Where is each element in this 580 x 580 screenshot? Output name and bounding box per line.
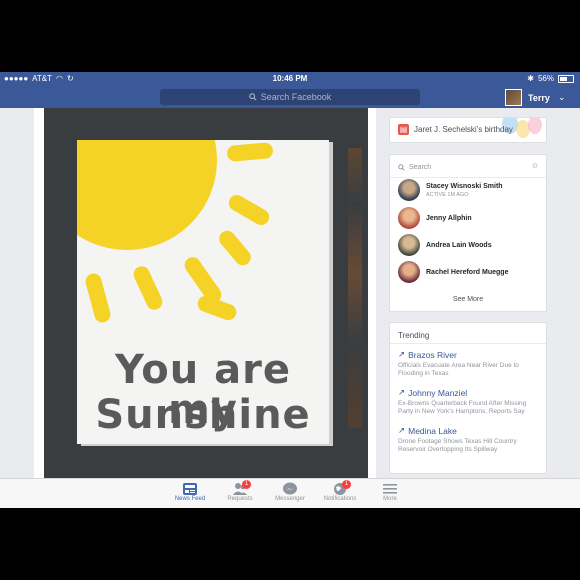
trending-item[interactable]: ↗ Medina Lake Drone Footage Shows Texas H…	[398, 425, 538, 454]
gear-icon[interactable]: ⚙	[532, 162, 538, 170]
trending-desc: Drone Footage Shows Texas Hill Country R…	[398, 438, 517, 454]
birthday-name: Jaret J. Sechelski	[414, 125, 477, 134]
tab-label: Requests	[227, 496, 253, 502]
trending-item[interactable]: ↗ Johnny Manziel Ex-Browns Quarterback Fo…	[398, 387, 538, 416]
chat-friend[interactable]: Rachel Hereford Muegge	[398, 261, 508, 283]
avatar	[398, 261, 420, 283]
trending-arrow-icon: ↗	[398, 349, 406, 359]
avatar	[398, 234, 420, 256]
app-screen: ●●●●● AT&T ◠ ↻ 10:46 PM ✱ 56% Search Fac…	[0, 72, 580, 508]
chat-search-input[interactable]: Search	[398, 161, 538, 173]
friend-name: Jenny Allphin	[426, 214, 472, 222]
tab-notifications[interactable]: 1 Notifications	[320, 480, 360, 502]
post-photo-card: You are my Sunshine	[34, 108, 376, 480]
battery-percent: 56%	[537, 74, 554, 83]
see-more-link[interactable]: See More	[390, 296, 546, 303]
tab-label: More	[383, 496, 397, 502]
avatar	[398, 179, 420, 201]
chat-search-placeholder: Search	[409, 163, 432, 171]
search-icon	[398, 163, 405, 171]
battery-icon	[558, 74, 574, 83]
trending-desc: Officials Evacuate Area Near River Due t…	[398, 362, 519, 378]
clock: 10:46 PM	[272, 74, 308, 83]
footprint	[216, 227, 254, 269]
friend-name: Andrea Lain Woods	[426, 241, 492, 249]
trending-desc: Ex-Browns Quarterback Found After Missin…	[398, 400, 527, 416]
chevron-down-icon[interactable]: ⌄	[558, 92, 566, 103]
notification-badge: 1	[242, 480, 251, 489]
search-placeholder: Search Facebook	[260, 92, 332, 102]
profile-button[interactable]: Terry	[505, 89, 550, 106]
bottom-tab-bar: News Feed 1 Requests Messenger 1 Notific…	[0, 478, 580, 508]
footprint	[131, 263, 165, 313]
tab-label: Messenger	[275, 496, 305, 502]
tab-more[interactable]: More	[370, 482, 410, 502]
tab-label: Notifications	[323, 496, 357, 502]
chat-friend[interactable]: Stacey Wisnoski Smith ACTIVE 1M AGO	[398, 179, 503, 201]
divider	[390, 177, 546, 178]
sun-shape	[77, 140, 217, 250]
user-name: Terry	[528, 92, 550, 103]
birthday-card[interactable]: ▤ Jaret J. Sechelski's birthday	[389, 117, 547, 143]
trending-card: Trending ↗ Brazos River Officials Evacuat…	[389, 322, 547, 474]
footprint	[83, 271, 113, 325]
balloon	[528, 118, 542, 134]
menu-icon	[382, 482, 398, 496]
painted-canvas: You are my Sunshine	[77, 140, 329, 444]
avatar	[505, 89, 522, 106]
bluetooth-icon: ✱	[527, 74, 534, 83]
status-bar: ●●●●● AT&T ◠ ↻ 10:46 PM ✱ 56%	[0, 72, 580, 86]
status-right: ✱ 56%	[527, 74, 574, 83]
friend-name: Rachel Hereford Muegge	[426, 268, 509, 276]
globe-icon: 1	[332, 480, 351, 496]
gift-icon: ▤	[398, 124, 409, 135]
post-photo[interactable]: You are my Sunshine	[44, 108, 368, 480]
art-line-2: Sunshine	[95, 392, 311, 438]
search-icon	[248, 93, 257, 101]
tab-news-feed[interactable]: News Feed	[170, 482, 210, 502]
top-nav-bar: Search Facebook Terry ⌄	[0, 86, 580, 108]
tab-messenger[interactable]: Messenger	[270, 482, 310, 502]
friend-requests-icon: 1	[232, 480, 251, 496]
news-feed-icon	[182, 482, 198, 496]
trending-item[interactable]: ↗ Brazos River Officials Evacuate Area Ne…	[398, 349, 538, 378]
trending-header: Trending	[398, 331, 430, 340]
chat-friend[interactable]: Andrea Lain Woods	[398, 234, 492, 256]
messenger-icon	[282, 482, 298, 496]
divider	[390, 343, 546, 344]
footprint	[226, 142, 274, 162]
friend-name: Stacey Wisnoski Smith	[426, 182, 503, 190]
chat-friend[interactable]: Jenny Allphin	[398, 207, 472, 229]
background-wall	[348, 148, 362, 428]
search-input[interactable]: Search Facebook	[160, 89, 420, 105]
trending-arrow-icon: ↗	[398, 425, 406, 435]
trending-topic: Brazos River	[408, 349, 457, 360]
chat-sidebar: Search ⚙ Stacey Wisnoski Smith ACTIVE 1M…	[389, 154, 547, 312]
birthday-text: Jaret J. Sechelski's birthday	[414, 125, 513, 134]
tab-label: News Feed	[174, 496, 206, 502]
trending-arrow-icon: ↗	[398, 387, 406, 397]
birthday-suffix: 's birthday	[476, 125, 513, 134]
avatar	[398, 207, 420, 229]
trending-topic: Johnny Manziel	[408, 387, 468, 398]
notification-badge: 1	[342, 480, 351, 489]
trending-topic: Medina Lake	[408, 425, 457, 436]
footprint	[225, 192, 273, 228]
friend-status: ACTIVE 1M AGO	[426, 191, 469, 198]
tab-requests[interactable]: 1 Requests	[220, 480, 260, 502]
